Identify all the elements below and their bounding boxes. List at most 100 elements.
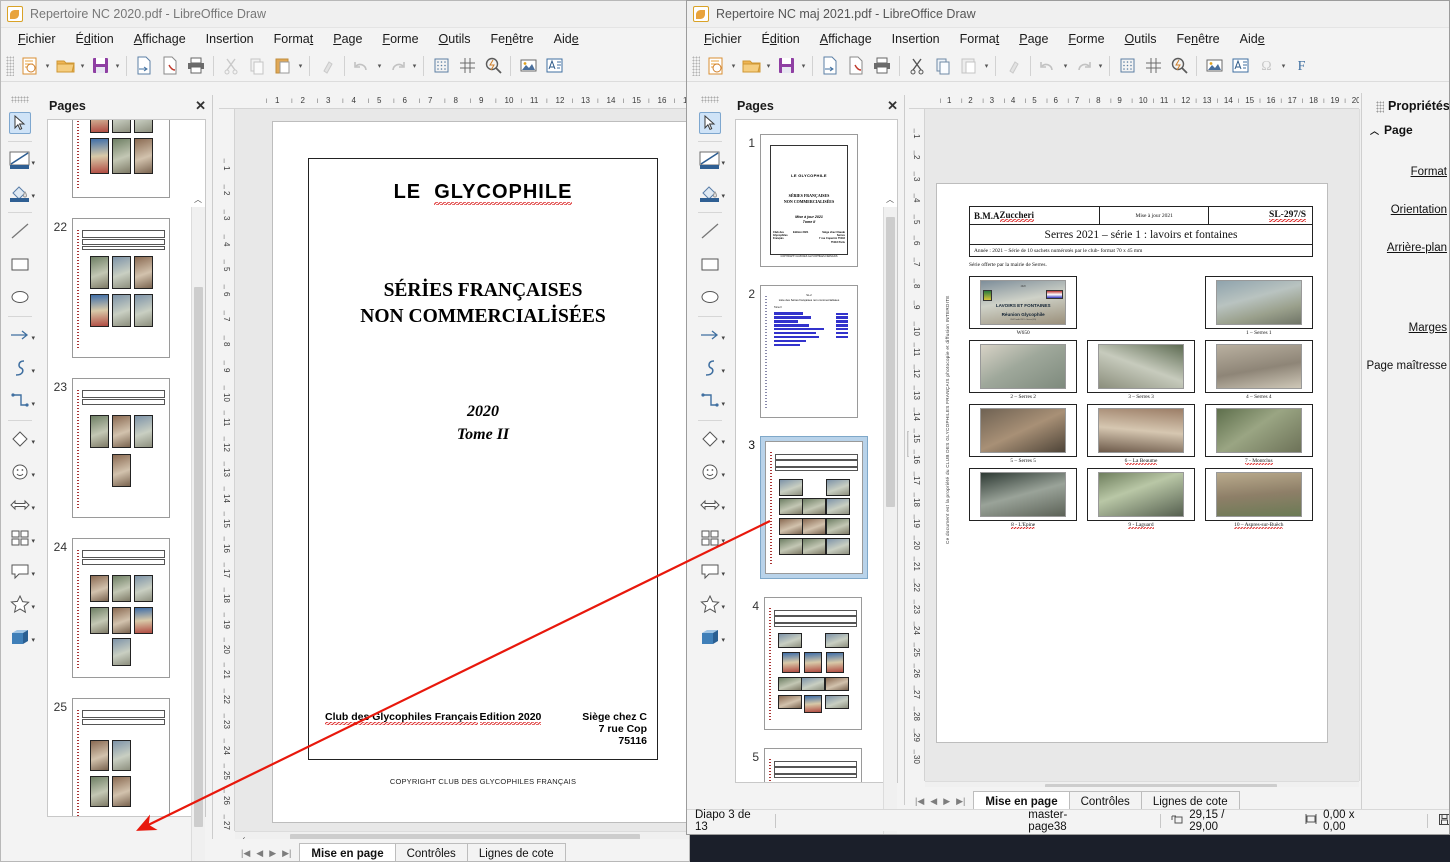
menu-aide[interactable]: Aide [1230,32,1275,46]
paste-dropdown-icon[interactable]: ▾ [296,53,305,79]
tab-mise-en-page[interactable]: Mise en page [299,843,396,861]
list-item[interactable]: 2 SL-2 Liste des Séries françaises non c… [736,279,897,420]
page-thumbnail[interactable] [764,597,862,730]
scrollbar-thumb[interactable] [886,217,895,507]
callout-icon[interactable]: ▾ [693,555,727,588]
chevron-down-icon[interactable]: ▾ [31,438,35,446]
tab-controles[interactable]: Contrôles [394,843,468,861]
toolbar-grip[interactable] [692,55,700,76]
chevron-down-icon[interactable]: ▾ [721,192,725,200]
menu-affichage[interactable]: Affichage [124,32,196,46]
page-thumbnail[interactable] [72,538,170,678]
chevron-down-icon[interactable]: ▾ [31,636,35,644]
3d-objects-icon[interactable]: ▾ [693,621,727,654]
basic-shapes-icon[interactable]: ▾ [693,423,727,456]
menu-format[interactable]: Format [950,32,1010,46]
symbol-shapes-icon[interactable]: ▾ [693,456,727,489]
connector-icon[interactable]: ▾ [3,385,37,418]
menu-forme[interactable]: Forme [1058,32,1114,46]
previous-page-icon[interactable]: ◀ [256,848,263,859]
list-item[interactable]: 5 [736,742,897,782]
insert-line-icon[interactable] [693,215,727,248]
paste-dropdown-icon[interactable]: ▾ [982,53,991,79]
flowchart-icon[interactable]: ▾ [693,522,727,555]
undo-icon[interactable] [1035,53,1061,79]
chevron-down-icon[interactable]: ▾ [721,400,725,408]
menu-edition[interactable]: Édition [66,32,124,46]
save-status-icon[interactable] [1438,813,1449,829]
scrollbar-thumb[interactable] [194,287,203,827]
menu-fichier[interactable]: FFichierichier [8,32,66,46]
callout-icon[interactable]: ▾ [3,555,37,588]
rectangle-icon[interactable] [3,248,37,281]
scroll-up-icon[interactable]: ︿ [883,191,897,207]
page-thumbnail[interactable] [72,698,170,816]
window2-pages-panel[interactable]: Pages ✕ 1 LE GLYCOPHILE SÉRIES FRANÇAISE… [729,95,905,834]
open-folder-dropdown-icon[interactable]: ▾ [78,53,87,79]
insert-textbox-icon[interactable] [1227,53,1253,79]
window-repertoire-2020[interactable]: Repertoire NC 2020.pdf - LibreOffice Dra… [0,0,690,862]
display-grid-icon[interactable] [1114,53,1140,79]
panel-grip[interactable] [1376,100,1384,113]
window-repertoire-2021[interactable]: Repertoire NC maj 2021.pdf - LibreOffice… [686,0,1450,835]
menu-aide[interactable]: Aide [544,32,589,46]
open-folder-dropdown-icon[interactable]: ▾ [764,53,773,79]
special-character-icon[interactable]: Ω [1253,53,1279,79]
chevron-down-icon[interactable]: ▾ [721,367,725,375]
zoom-icon[interactable] [1166,53,1192,79]
properties-section-page[interactable]: ︿ Page [1362,119,1449,143]
page-thumbnail[interactable] [72,120,170,198]
redo-icon[interactable] [1070,53,1096,79]
insert-textbox-icon[interactable] [541,53,567,79]
ellipse-icon[interactable] [693,281,727,314]
close-icon[interactable]: ✕ [195,98,206,114]
symbol-shapes-icon[interactable]: ▾ [3,456,37,489]
chevron-down-icon[interactable]: ▾ [721,438,725,446]
zoom-icon[interactable] [480,53,506,79]
list-item-selected[interactable]: 3 [736,430,897,581]
connector-icon[interactable]: ▾ [693,385,727,418]
undo-dropdown-icon[interactable]: ▾ [375,53,384,79]
menu-fichier[interactable]: Fichier [694,32,752,46]
print-icon[interactable] [869,53,895,79]
export-icon[interactable] [131,53,157,79]
page-thumbnail-selected-frame[interactable] [760,436,868,579]
window1-horizontal-ruler[interactable]: 1ı2ı3ı4ı5ı6ı7ı8ı9ı10ı11ı12ı13ı14ı15ı16ı1… [219,93,689,109]
open-folder-icon[interactable] [738,53,764,79]
redo-dropdown-icon[interactable]: ▾ [410,53,419,79]
list-item[interactable]: 4 [736,591,897,732]
menu-affichage[interactable]: Affichage [810,32,882,46]
pages-panel-list[interactable]: 1 LE GLYCOPHILE SÉRIES FRANÇAISES NON COM… [735,119,898,783]
chevron-down-icon[interactable]: ▾ [721,603,725,611]
zoom-line-icon[interactable]: ▾ [693,144,727,177]
insert-line-icon[interactable] [3,215,37,248]
line-arrow-icon[interactable]: ▾ [3,319,37,352]
clone-formatting-icon[interactable] [314,53,340,79]
window2-toolbar[interactable]: ▾ ▾ ▾ ▾ ▾ ▾ Ω ▾ F [687,50,1449,82]
window1-page[interactable]: LE LE GLYCOPHILEGLYCOPHILE SÉRİES FRANÇA… [273,122,689,822]
page-thumbnail[interactable] [764,748,862,782]
pages-panel-list[interactable]: 22 23 24 25 [47,119,206,817]
save-dropdown-icon[interactable]: ▾ [113,53,122,79]
chevron-down-icon[interactable]: ▾ [31,471,35,479]
menu-page[interactable]: Page [1009,32,1058,46]
rail-grip[interactable] [11,96,29,103]
new-document-dropdown-icon[interactable]: ▾ [43,53,52,79]
menu-edition[interactable]: Édition [752,32,810,46]
menu-forme[interactable]: Forme [372,32,428,46]
display-grid-icon[interactable] [428,53,454,79]
chevron-down-icon[interactable]: ▾ [31,367,35,375]
menu-page[interactable]: Page [323,32,372,46]
tab-lignes-de-cote[interactable]: Lignes de cote [466,843,566,861]
stars-icon[interactable]: ▾ [693,588,727,621]
page-thumbnail[interactable] [72,378,170,518]
list-item[interactable]: 1 LE GLYCOPHILE SÉRIES FRANÇAISES NON COM… [736,128,897,269]
window1-pages-panel[interactable]: Pages ✕ 22 23 24 25 ︿ [41,95,213,861]
chevron-down-icon[interactable]: ▾ [721,471,725,479]
list-item[interactable]: 23 [48,372,205,520]
next-page-icon[interactable]: ▶ [269,848,276,859]
new-document-icon[interactable] [703,53,729,79]
window2-statusbar[interactable]: Diapo 3 de 13 master-page38 29,15 / 29,0… [687,809,1449,833]
menu-insertion[interactable]: Insertion [882,32,950,46]
chevron-down-icon[interactable]: ▾ [721,334,725,342]
